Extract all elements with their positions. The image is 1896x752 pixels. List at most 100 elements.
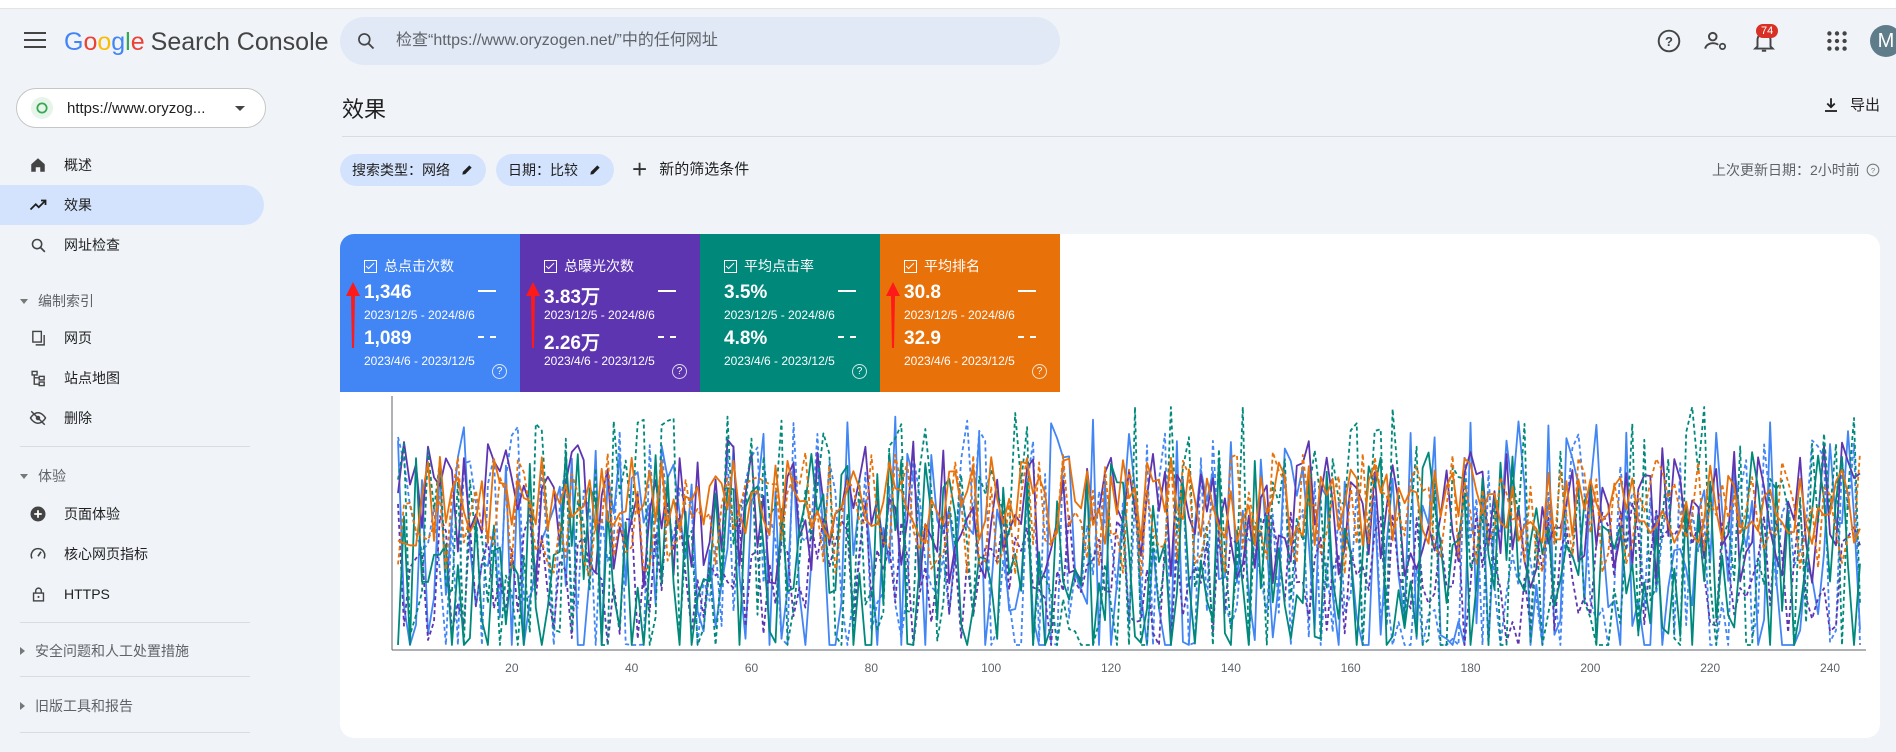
- sidebar-divider: [20, 732, 250, 733]
- nav-item-performance[interactable]: 效果: [0, 185, 264, 225]
- download-icon: [1825, 97, 1837, 112]
- header-divider: [342, 136, 1896, 137]
- add-filter-button[interactable]: + 新的筛选条件: [632, 156, 749, 182]
- last-updated-text: 上次更新日期：2小时前: [1712, 162, 1860, 178]
- logo-letter: o: [83, 28, 98, 56]
- section-legacy[interactable]: 旧版工具和报告: [20, 696, 133, 716]
- x-tick-label: 100: [981, 661, 1001, 675]
- nav-item-overview[interactable]: 概述: [0, 145, 264, 185]
- metric-value-previous: 32.9: [904, 328, 941, 349]
- trending-up-icon: [28, 195, 48, 215]
- nav-label: 概述: [64, 157, 92, 173]
- dashed-line-legend-icon: [658, 336, 676, 338]
- collapse-icon: [20, 473, 28, 479]
- help-icon[interactable]: ?: [852, 364, 867, 379]
- checkbox-checked-icon[interactable]: [364, 259, 377, 273]
- checkbox-checked-icon[interactable]: [544, 259, 557, 273]
- help-icon[interactable]: ?: [1656, 28, 1682, 54]
- metric-value-previous: 2.26万: [544, 333, 600, 354]
- menu-icon[interactable]: [24, 32, 46, 48]
- metric-tile[interactable]: 平均排名 30.8 2023/12/5 - 2024/8/6 32.9 2023/4/6…: [880, 234, 1060, 392]
- nav-label: 删除: [64, 410, 92, 426]
- filter-chip-date[interactable]: 日期：比较: [496, 154, 614, 186]
- x-tick-label: 180: [1461, 661, 1481, 675]
- product-name: Search Console: [150, 28, 329, 56]
- metric-value-current: 30.8: [904, 282, 941, 303]
- dashed-line-legend-icon: [1018, 336, 1036, 338]
- sidebar-divider: [20, 676, 250, 677]
- metric-label: 总点击次数: [384, 258, 454, 274]
- solid-line-legend-icon: [658, 290, 676, 292]
- metric-tile[interactable]: 总曝光次数 3.83万 2023/12/5 - 2024/8/6 2.26万 2023/…: [520, 234, 700, 392]
- nav-item-core-web-vitals[interactable]: 核心网页指标: [0, 534, 264, 574]
- nav-item-removals[interactable]: 删除: [0, 398, 264, 438]
- nav-label: HTTPS: [64, 586, 110, 602]
- nav-item-pages[interactable]: 网页: [0, 318, 264, 358]
- metric-range-previous: 2023/4/6 - 2023/12/5: [904, 354, 1015, 368]
- filter-chip-search-type[interactable]: 搜索类型：网络: [340, 154, 486, 186]
- metric-label: 平均排名: [924, 258, 980, 274]
- solid-line-legend-icon: [478, 290, 496, 292]
- section-security[interactable]: 安全问题和人工处置措施: [20, 641, 189, 661]
- help-icon[interactable]: ?: [1866, 163, 1880, 177]
- manage-users-icon[interactable]: [1703, 28, 1729, 54]
- section-experience[interactable]: 体验: [20, 466, 66, 486]
- avatar[interactable]: M: [1870, 25, 1896, 57]
- logo-letter: o: [97, 28, 112, 56]
- edit-icon: [590, 165, 600, 175]
- help-icon[interactable]: ?: [492, 364, 507, 379]
- red-up-arrow-icon: [526, 282, 540, 348]
- section-label: 旧版工具和报告: [35, 698, 133, 714]
- performance-chart: 20 40 60 80 100 120 140 160 180 200 220 240: [391, 396, 1866, 675]
- apps-grid-icon[interactable]: [1824, 28, 1850, 54]
- metric-value-previous: 1,089: [364, 328, 412, 349]
- metric-title: 平均排名: [904, 256, 980, 276]
- help-icon[interactable]: ?: [1032, 364, 1047, 379]
- metric-label: 平均点击率: [744, 258, 814, 274]
- search-input[interactable]: [394, 31, 1018, 51]
- export-button[interactable]: 导出: [1822, 94, 1880, 115]
- nav-label: 网页: [64, 330, 92, 346]
- metric-range-current: 2023/12/5 - 2024/8/6: [544, 308, 655, 322]
- solid-line-legend-icon: [1018, 290, 1036, 292]
- nav-label: 页面体验: [64, 506, 120, 522]
- checkbox-checked-icon[interactable]: [904, 259, 917, 273]
- google-search-console-logo[interactable]: Google Search Console: [64, 28, 329, 57]
- chip-label: 日期：比较: [508, 162, 578, 178]
- checkbox-checked-icon[interactable]: [724, 259, 737, 273]
- section-indexing[interactable]: 编制索引: [20, 291, 94, 311]
- dashed-line-legend-icon: [838, 336, 856, 338]
- metric-title: 平均点击率: [724, 256, 814, 276]
- pages-icon: [28, 328, 48, 348]
- site-icon: [31, 97, 53, 119]
- x-tick-label: 200: [1580, 661, 1600, 675]
- nav-label: 站点地图: [64, 370, 120, 386]
- nav-label: 效果: [64, 197, 92, 213]
- eye-off-icon: [28, 408, 48, 428]
- logo-letter: g: [111, 28, 126, 56]
- property-selector[interactable]: https://www.oryzog...: [16, 88, 266, 128]
- metric-tile[interactable]: 总点击次数 1,346 2023/12/5 - 2024/8/6 1,089 2023/…: [340, 234, 520, 392]
- svg-text:?: ?: [1665, 34, 1673, 49]
- metric-tile[interactable]: 平均点击率 3.5% 2023/12/5 - 2024/8/6 4.8% 2023/4/…: [700, 234, 880, 392]
- dashed-line-legend-icon: [478, 336, 496, 338]
- search-icon: [358, 33, 375, 50]
- metric-value-current: 3.83万: [544, 287, 600, 308]
- sidebar-divider: [20, 446, 250, 447]
- metric-range-previous: 2023/4/6 - 2023/12/5: [364, 354, 475, 368]
- url-inspection-search[interactable]: [340, 17, 1060, 65]
- nav-item-page-experience[interactable]: 页面体验: [0, 494, 264, 534]
- x-tick-label: 20: [505, 661, 519, 675]
- collapse-icon: [20, 298, 28, 304]
- metric-value-current: 1,346: [364, 282, 412, 303]
- nav-item-url-inspection[interactable]: 网址检查: [0, 225, 264, 265]
- nav-item-https[interactable]: HTTPS: [0, 574, 264, 614]
- metric-range-current: 2023/12/5 - 2024/8/6: [724, 308, 835, 322]
- help-icon[interactable]: ?: [672, 364, 687, 379]
- last-updated: 上次更新日期：2小时前 ?: [1712, 160, 1880, 180]
- performance-card: 总点击次数 1,346 2023/12/5 - 2024/8/6 1,089 2023/…: [340, 234, 1880, 738]
- nav-label: 核心网页指标: [64, 546, 148, 562]
- nav-item-sitemaps[interactable]: 站点地图: [0, 358, 264, 398]
- expand-icon: [20, 702, 25, 710]
- plus-circle-icon: [28, 504, 48, 524]
